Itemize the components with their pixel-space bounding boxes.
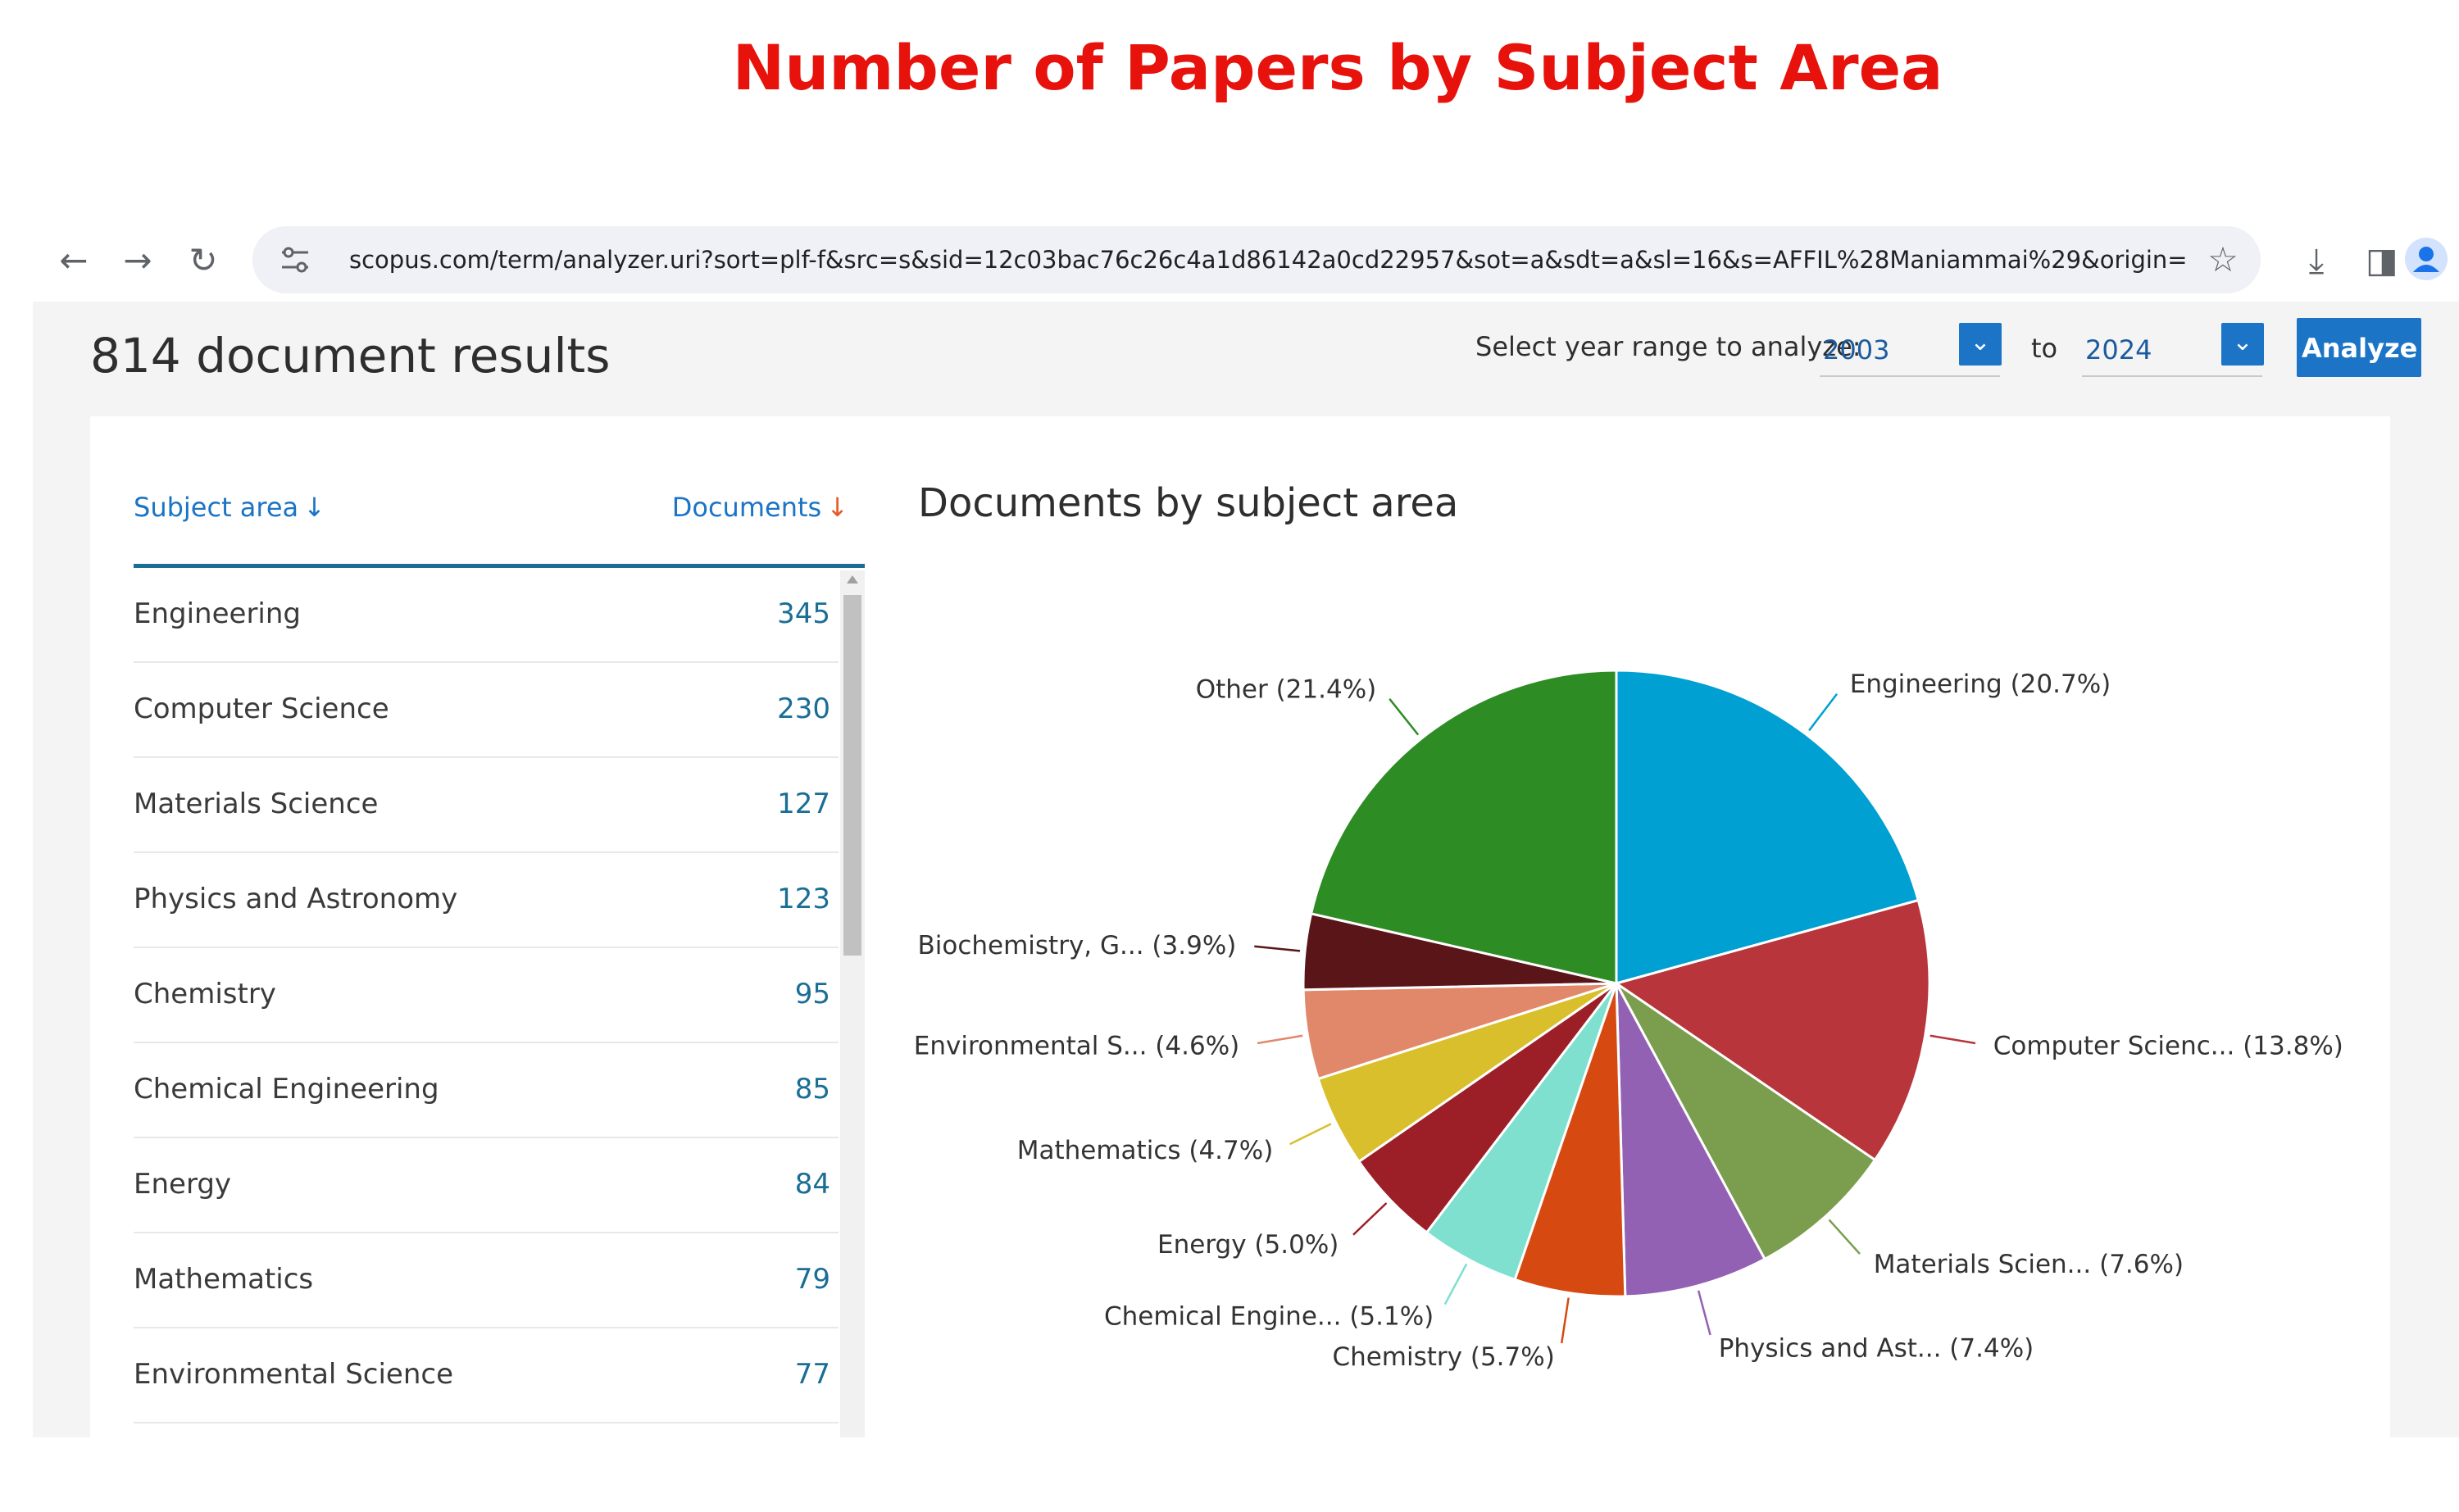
year-range-label: Select year range to analyze:: [1475, 331, 1861, 362]
address-bar[interactable]: scopus.com/term/analyzer.uri?sort=plf-f&…: [252, 226, 2261, 293]
url-text[interactable]: scopus.com/term/analyzer.uri?sort=plf-f&…: [349, 226, 2185, 293]
star-bookmark-icon[interactable]: ☆: [2200, 237, 2246, 283]
table-row[interactable]: Mathematics 79: [134, 1233, 839, 1328]
year-to-select[interactable]: 2024 ⌄: [2082, 321, 2264, 377]
pie-leader-line: [1808, 693, 1839, 732]
download-icon[interactable]: ⤓: [2293, 238, 2339, 284]
document-count[interactable]: 79: [795, 1263, 830, 1296]
pie-leader-line: [1352, 1202, 1388, 1236]
document-count[interactable]: 77: [795, 1358, 830, 1391]
pie-leader-line: [1697, 1290, 1711, 1336]
sort-arrow-icon[interactable]: ↓: [826, 492, 848, 523]
table-header: Subject area ↓ Documents ↓: [134, 457, 865, 568]
scroll-up-arrow-icon[interactable]: [847, 575, 858, 583]
to-label: to: [2031, 333, 2058, 364]
pie-leader-line: [1254, 945, 1301, 952]
subject-name: Chemical Engineering: [134, 1073, 439, 1106]
pie-slice-label: Mathematics (4.7%): [1017, 1136, 1274, 1165]
pie-slice-label: Physics and Ast... (7.4%): [1719, 1333, 2034, 1363]
table-row[interactable]: Environmental Science 77: [134, 1328, 839, 1423]
subject-name: Computer Science: [134, 692, 389, 725]
chevron-down-icon[interactable]: ⌄: [2221, 323, 2264, 366]
document-count[interactable]: 84: [795, 1168, 830, 1201]
table-row[interactable]: Chemistry 95: [134, 948, 839, 1043]
table-row[interactable]: Computer Science 230: [134, 663, 839, 758]
back-arrow-icon[interactable]: ←: [51, 238, 97, 284]
pie-slice-label: Other (21.4%): [1196, 674, 1377, 704]
subject-name: Energy: [134, 1168, 232, 1201]
results-title: 814 document results: [90, 328, 611, 384]
table-row[interactable]: Materials Science 127: [134, 758, 839, 853]
document-count[interactable]: 85: [795, 1073, 830, 1106]
subject-name: Physics and Astronomy: [134, 883, 458, 915]
forward-arrow-icon[interactable]: →: [115, 238, 161, 284]
table-row[interactable]: Energy 84: [134, 1138, 839, 1233]
subject-name: Mathematics: [134, 1263, 314, 1296]
pie-leader-line: [1560, 1297, 1570, 1344]
chart-title: Documents by subject area: [918, 480, 1459, 526]
document-count[interactable]: 95: [795, 978, 830, 1010]
document-count[interactable]: 345: [777, 597, 830, 630]
sort-arrow-icon[interactable]: ↓: [303, 492, 325, 523]
table-body: Engineering 345 Computer Science 230 Mater…: [134, 568, 839, 1423]
analyze-button[interactable]: Analyze: [2297, 318, 2421, 377]
pie-slice-label: Materials Scien... (7.6%): [1874, 1250, 2184, 1279]
documents-header[interactable]: Documents ↓: [672, 492, 848, 523]
results-panel: Subject area ↓ Documents ↓ Engineering 345 …: [90, 416, 2390, 1437]
pie-leader-line: [1389, 698, 1420, 736]
subject-name: Materials Science: [134, 788, 379, 820]
pie-slice-label: Computer Scienc... (13.8%): [1993, 1032, 2343, 1061]
document-count[interactable]: 127: [777, 788, 830, 820]
subject-area-table: Subject area ↓ Documents ↓ Engineering 345 …: [134, 457, 865, 1423]
site-settings-icon[interactable]: [277, 243, 313, 277]
side-panel-icon[interactable]: ◨: [2359, 238, 2405, 284]
slide-title: Number of Papers by Subject Area: [732, 31, 1943, 104]
document-count[interactable]: 230: [777, 692, 830, 725]
year-from-value: 2003: [1823, 334, 1890, 366]
subject-name: Chemistry: [134, 978, 276, 1010]
pie-leader-line: [1257, 1034, 1303, 1045]
subject-area-header[interactable]: Subject area ↓: [134, 492, 325, 523]
year-from-select[interactable]: 2003 ⌄: [1820, 321, 2002, 377]
analyzer-page: 814 document results Select year range t…: [33, 302, 2459, 1437]
pie-slice-label: Energy (5.0%): [1157, 1230, 1339, 1260]
document-count[interactable]: 123: [777, 883, 830, 915]
year-to-value: 2024: [2085, 334, 2152, 366]
chevron-down-icon[interactable]: ⌄: [1959, 323, 2002, 366]
table-row[interactable]: Physics and Astronomy 123: [134, 853, 839, 948]
pie-slice-label: Chemistry (5.7%): [1332, 1342, 1554, 1372]
documents-header-label: Documents: [671, 492, 822, 523]
reload-icon[interactable]: ↻: [180, 238, 226, 284]
subject-name: Engineering: [134, 597, 301, 630]
pie-slice-label: Engineering (20.7%): [1850, 670, 2111, 699]
pie-leader-line: [1828, 1219, 1861, 1255]
profile-avatar-icon[interactable]: [2403, 236, 2449, 282]
subject-area-pie-chart: Engineering (20.7%) Computer Scienc... (1…: [914, 669, 2343, 1372]
table-scrollbar[interactable]: [840, 570, 865, 1437]
scrollbar-thumb[interactable]: [843, 595, 861, 956]
table-row[interactable]: Engineering 345: [134, 568, 839, 663]
pie-leader-line: [1289, 1123, 1332, 1146]
pie-slice-label: Chemical Engine... (5.1%): [1104, 1302, 1434, 1332]
subject-area-header-label: Subject area: [134, 492, 299, 523]
pie-slice-label: Biochemistry, G... (3.9%): [917, 931, 1236, 960]
pie-leader-line: [1929, 1034, 1976, 1045]
table-row[interactable]: Chemical Engineering 85: [134, 1043, 839, 1138]
subject-name: Environmental Science: [134, 1358, 453, 1391]
pie-slice-label: Environmental S... (4.6%): [914, 1032, 1239, 1061]
pie-leader-line: [1443, 1263, 1468, 1305]
browser-toolbar: ← → ↻ scopus.com/term/analyzer.uri?sort=…: [33, 220, 2459, 302]
